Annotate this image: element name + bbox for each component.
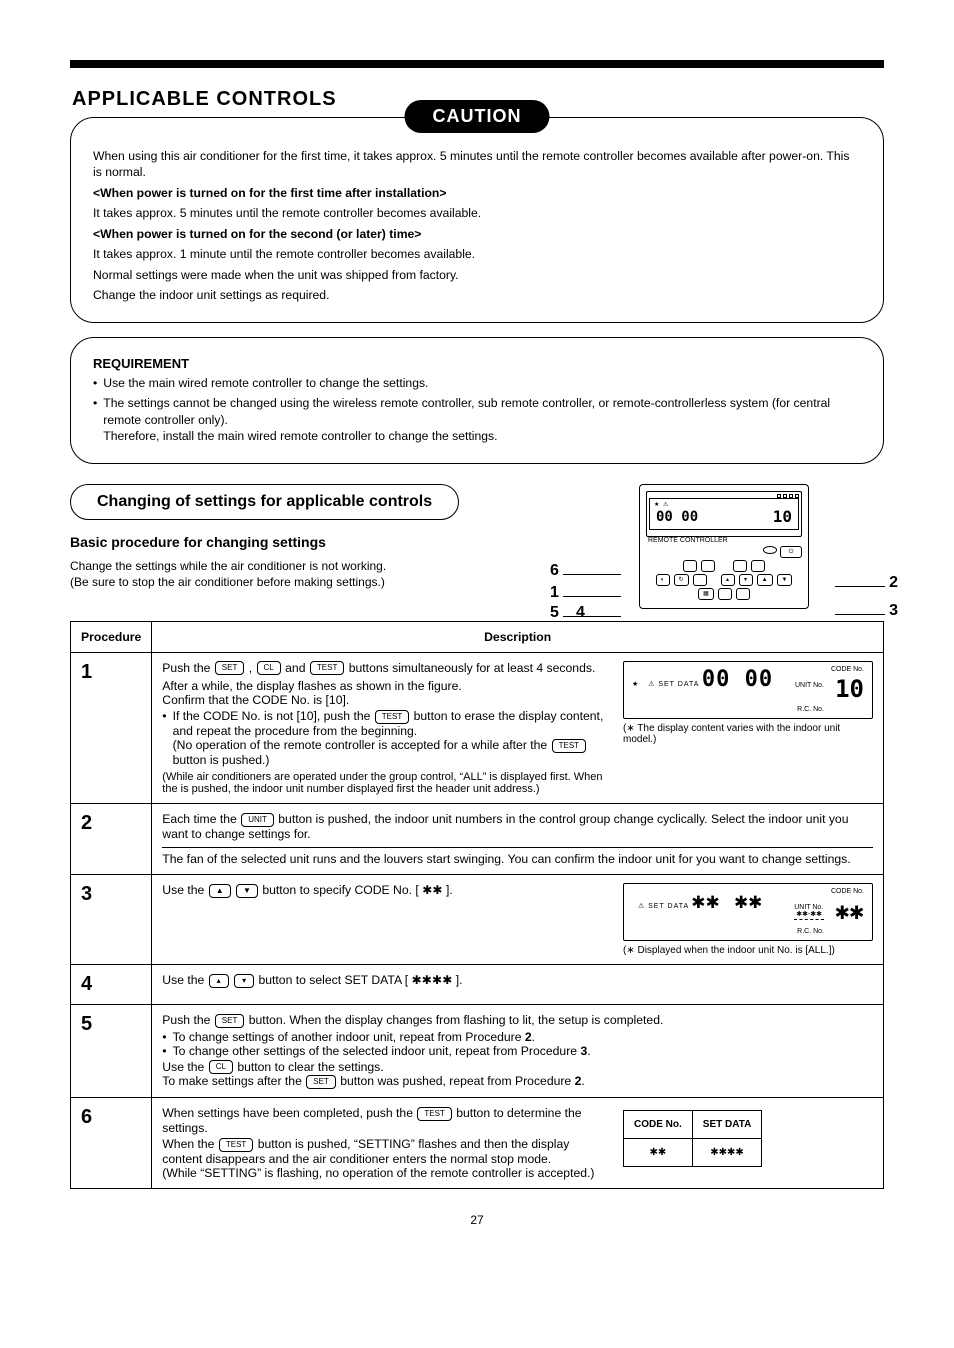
col-description: Description	[152, 621, 884, 652]
set-button-icon: SET	[306, 1075, 336, 1089]
caution-line4: Normal settings were made when the unit …	[93, 267, 861, 283]
table-row: 4 Use the ▴ ▾ button to select SET DATA …	[71, 964, 884, 1004]
remote-controller-label: REMOTE CONTROLLER	[648, 537, 802, 544]
callout-1: 1	[550, 584, 559, 601]
lcd-display-2: ⚠ SET DATA CODE No. ✱✱ ✱✱ ✱✱ UNIT No.✱✱-…	[623, 883, 873, 941]
test-button-icon: TEST	[310, 661, 344, 675]
mini-td-code: ✱✱	[624, 1139, 693, 1167]
callout-4: 4	[576, 604, 585, 621]
temp-up-button-icon: ▲	[209, 884, 231, 898]
table-row: 6 When settings have been completed, pus…	[71, 1098, 884, 1189]
col-procedure: Procedure	[71, 621, 152, 652]
caution-line3: It takes approx. 1 minute until the remo…	[93, 246, 861, 262]
basic-procedure-heading: Basic procedure for changing settings	[70, 534, 534, 550]
time-up-button-icon: ▴	[209, 974, 229, 988]
caution-box: CAUTION When using this air conditioner …	[70, 117, 884, 323]
remote-controller-diagram: 6 1 5 4 2 3 ★ ⚠ 00 00 10	[564, 484, 884, 609]
requirement-bullet-2-text: The settings cannot be changed using the…	[103, 395, 861, 444]
lcd-display-1: ★ ⚠ SET DATA CODE No. 00 00 10 UNIT No. …	[623, 661, 873, 719]
changing-settings-pill: Changing of settings for applicable cont…	[70, 484, 459, 520]
requirement-bullet-2: •The settings cannot be changed using th…	[93, 395, 861, 444]
callout-5: 5	[550, 604, 559, 621]
lcd2-note: (∗ Displayed when the indoor unit No. is…	[623, 945, 873, 956]
caution-bold2: <When power is turned on for the second …	[93, 226, 861, 242]
table-row: 5 Push the SET button. When the display …	[71, 1004, 884, 1097]
caution-line1: When using this air conditioner for the …	[93, 148, 861, 181]
cl-button-icon: CL	[209, 1060, 233, 1074]
step-3-number: 3	[71, 874, 152, 964]
step-1-number: 1	[71, 652, 152, 803]
lcd1-note: (∗ The display content varies with the i…	[623, 723, 873, 745]
requirement-box: REQUIREMENT •Use the main wired remote c…	[70, 337, 884, 464]
set-button-icon: SET	[215, 661, 245, 675]
caution-bold1: <When power is turned on for the first t…	[93, 185, 861, 201]
test-button-icon: TEST	[417, 1107, 451, 1121]
set-button-icon: SET	[215, 1014, 245, 1028]
step-6-number: 6	[71, 1098, 152, 1189]
code-setdata-table: CODE No. SET DATA ✱✱ ✱✱✱✱	[623, 1110, 762, 1167]
callout-3: 3	[889, 602, 898, 619]
requirement-heading: REQUIREMENT	[93, 356, 861, 371]
requirement-bullet-1-text: Use the main wired remote controller to …	[103, 375, 428, 391]
callout-2: 2	[889, 574, 898, 591]
step-2-number: 2	[71, 803, 152, 874]
step-4-number: 4	[71, 964, 152, 1004]
caution-line2: It takes approx. 5 minutes until the rem…	[93, 205, 861, 221]
caution-line5: Change the indoor unit settings as requi…	[93, 287, 861, 303]
mini-th-setdata: SET DATA	[692, 1111, 762, 1139]
basic-procedure-note: Change the settings while the air condit…	[70, 558, 534, 590]
mini-th-code: CODE No.	[624, 1111, 693, 1139]
page-number: 27	[70, 1213, 884, 1227]
test-button-icon: TEST	[552, 739, 586, 753]
caution-tab: CAUTION	[405, 100, 550, 133]
cl-button-icon: CL	[257, 661, 281, 675]
callout-6: 6	[550, 562, 559, 579]
mini-td-setdata: ✱✱✱✱	[692, 1139, 762, 1167]
requirement-bullet-1: •Use the main wired remote controller to…	[93, 375, 861, 391]
table-row: 2 Each time the UNIT button is pushed, t…	[71, 803, 884, 874]
test-button-icon: TEST	[219, 1138, 253, 1152]
table-row: 3 Use the ▲ ▼ button to specify CODE No.…	[71, 874, 884, 964]
unit-button-icon: UNIT	[241, 813, 274, 827]
test-button-icon: TEST	[375, 710, 409, 724]
procedures-table: Procedure Description 1 Push the SET , C…	[70, 621, 884, 1189]
time-down-button-icon: ▾	[234, 974, 254, 988]
step-5-number: 5	[71, 1004, 152, 1097]
table-row: 1 Push the SET , CL and TEST buttons sim…	[71, 652, 884, 803]
temp-down-button-icon: ▼	[236, 884, 258, 898]
